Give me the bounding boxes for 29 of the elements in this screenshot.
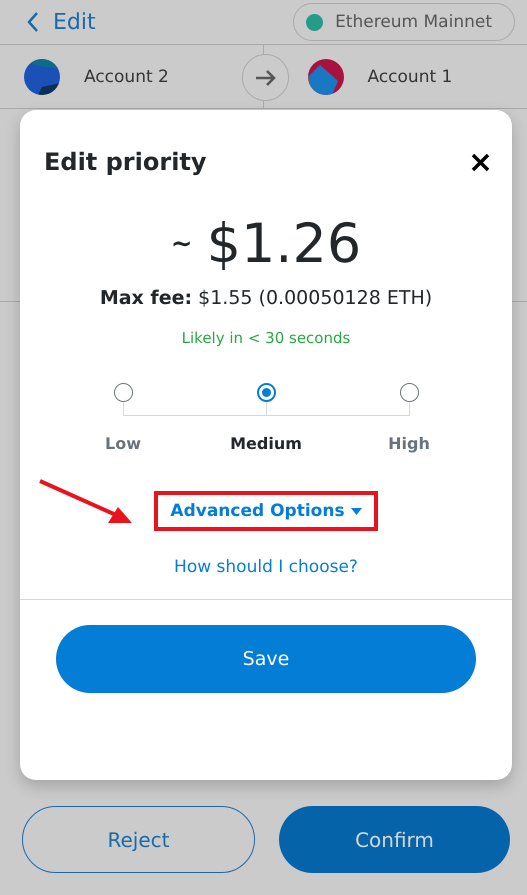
caret-icon [350, 508, 362, 514]
max-fee-text: Max fee: $1.55 (0.00050128 ETH) [100, 287, 432, 309]
account-name: Account 1 [368, 66, 452, 86]
save-button[interactable]: Save [56, 625, 476, 693]
back-icon [26, 11, 39, 33]
priority-radio[interactable] [400, 383, 418, 402]
advanced-options-link[interactable]: Advanced Options [170, 501, 362, 521]
priority-label: High [388, 434, 430, 453]
confirm-button[interactable]: Confirm [279, 806, 510, 873]
help-link[interactable]: How should I choose? [174, 557, 358, 577]
back-label: Edit [53, 10, 96, 34]
reject-button[interactable]: Reject [22, 806, 255, 873]
close-button[interactable] [471, 152, 490, 172]
priority-label: Low [105, 434, 141, 453]
network-name: Ethereum Mainnet [335, 12, 492, 32]
network-dot-icon [306, 14, 324, 30]
network-selector[interactable]: Ethereum Mainnet [293, 3, 515, 41]
avatar-icon [308, 58, 344, 94]
approx-sign: ~ [170, 228, 193, 258]
time-estimate: Likely in < 30 seconds [182, 329, 350, 347]
account-name: Account 2 [84, 66, 169, 86]
priority-radio[interactable] [256, 383, 276, 402]
dialog-title: Edit priority [44, 148, 207, 176]
back-button[interactable]: Edit [26, 10, 96, 34]
fee-amount: $1.26 [206, 212, 362, 275]
arrow-right-icon [254, 68, 276, 86]
priority-label: Medium [230, 434, 302, 453]
avatar-icon [24, 58, 60, 94]
priority-radio[interactable] [114, 383, 132, 402]
